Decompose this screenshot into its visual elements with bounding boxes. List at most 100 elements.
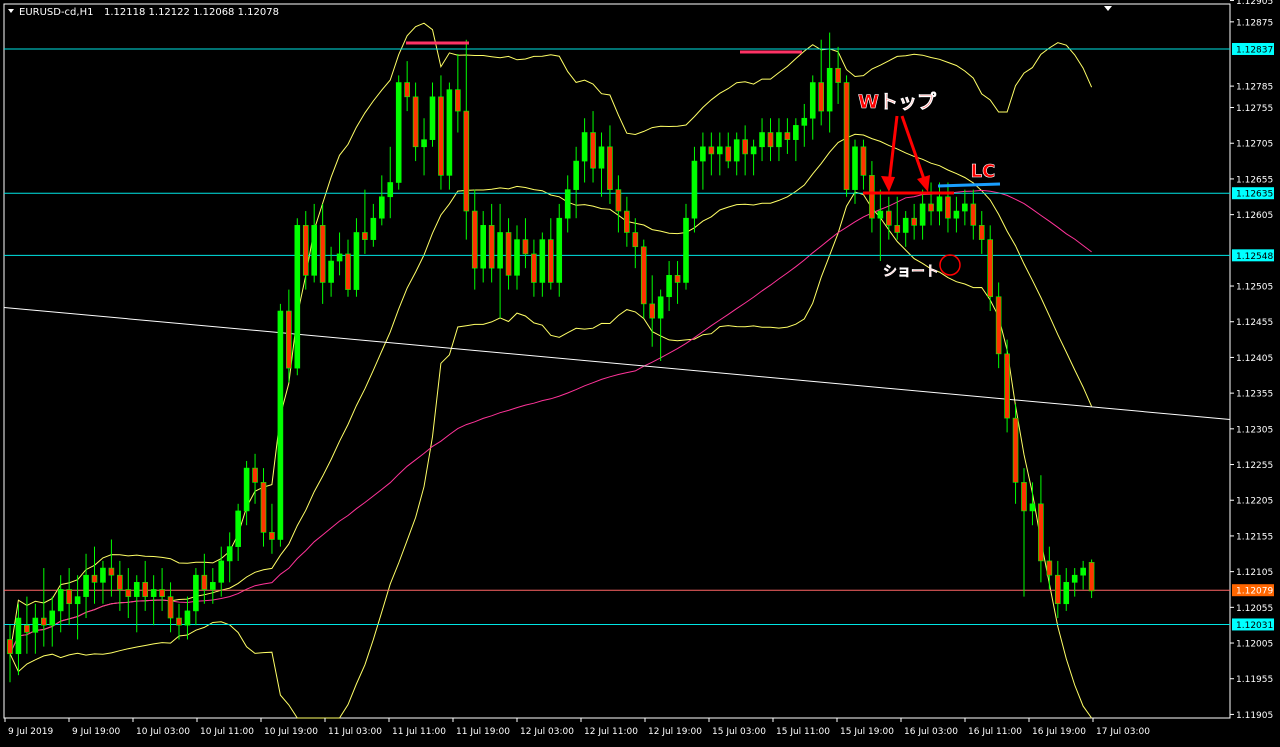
- time-tick-label: 16 Jul 03:00: [904, 727, 958, 737]
- bear-candle-body: [142, 582, 148, 597]
- bear-candle-body: [1055, 574, 1061, 605]
- bull-candle-body: [801, 117, 808, 126]
- bull-candle-body: [226, 546, 233, 562]
- price-tag-label: 1.12635: [1236, 190, 1273, 200]
- bear-candle-body: [455, 89, 461, 112]
- bull-candle-body: [1071, 574, 1078, 583]
- bull-candle-body: [581, 132, 588, 162]
- bear-candle-body: [269, 532, 275, 540]
- bear-candle-body: [345, 253, 351, 290]
- bull-candle-body: [446, 89, 453, 176]
- bear-candle-body: [945, 196, 951, 219]
- bear-candle-body: [167, 596, 174, 619]
- bear-candle-body: [176, 617, 182, 626]
- time-tick-label: 9 Jul 19:00: [72, 727, 121, 737]
- bear-candle-body: [894, 225, 901, 233]
- bull-candle-body: [150, 589, 157, 597]
- price-tick-label: 1.12155: [1236, 532, 1273, 542]
- bear-candle-body: [725, 146, 732, 162]
- bull-candle-body: [193, 574, 199, 612]
- bear-candle-body: [362, 232, 368, 240]
- price-tick-label: 1.12705: [1236, 140, 1273, 150]
- time-tick-label: 17 Jul 03:00: [1096, 727, 1150, 737]
- time-tick-label: 10 Jul 19:00: [264, 727, 318, 737]
- time-tick-label: 12 Jul 03:00: [520, 727, 574, 737]
- bear-candle-body: [843, 82, 850, 190]
- bull-candle-body: [716, 146, 723, 155]
- bull-candle-body: [32, 617, 39, 633]
- bull-candle-body: [74, 596, 81, 605]
- bull-candle-body: [759, 132, 765, 148]
- bull-candle-body: [1029, 503, 1036, 512]
- bear-candle-body: [302, 225, 309, 276]
- price-tick-label: 1.12505: [1236, 283, 1273, 293]
- bear-candle-body: [286, 310, 292, 369]
- bear-candle-body: [252, 467, 258, 483]
- bull-candle-body: [378, 196, 385, 219]
- bull-candle-body: [539, 239, 546, 283]
- price-tick-label: 1.12055: [1236, 604, 1273, 614]
- bear-candle-body: [632, 232, 639, 248]
- bear-candle-body: [412, 96, 419, 148]
- price-tick-label: 1.12305: [1236, 425, 1273, 435]
- bull-candle-body: [421, 139, 427, 148]
- bear-candle-body: [66, 589, 72, 605]
- bear-candle-body: [404, 82, 410, 98]
- time-tick-label: 11 Jul 03:00: [328, 727, 382, 737]
- price-tick-label: 1.12785: [1236, 83, 1273, 93]
- price-tick-label: 1.11905: [1236, 711, 1273, 721]
- bull-candle-body: [877, 210, 884, 219]
- bull-candle-body: [480, 225, 487, 269]
- chart-svg[interactable]: 1.12905 1.12875 1.12837 1.12785 1.12755 1.127…: [0, 0, 1280, 743]
- chart[interactable]: 1.12905 1.12875 1.12837 1.12785 1.12755 1.127…: [0, 0, 1280, 743]
- bear-candle-body: [91, 574, 98, 583]
- bull-candle-body: [235, 510, 241, 547]
- bull-candle-body: [83, 574, 89, 597]
- bear-candle-body: [708, 146, 715, 155]
- bear-candle-body: [869, 175, 875, 219]
- bear-candle-body: [471, 210, 478, 269]
- bull-candle-body: [809, 82, 816, 119]
- bear-candle-body: [1004, 353, 1010, 419]
- price-tick-label: 1.12875: [1236, 18, 1273, 28]
- bull-candle-body: [750, 146, 757, 155]
- bear-candle-body: [987, 239, 994, 298]
- time-tick-label: 15 Jul 11:00: [776, 727, 830, 737]
- bear-candle-body: [835, 67, 841, 83]
- bull-candle-body: [218, 560, 225, 583]
- bear-candle-body: [117, 574, 123, 590]
- bull-candle-body: [564, 189, 571, 219]
- time-tick-label: 15 Jul 03:00: [712, 727, 766, 737]
- price-tick-label: 1.12105: [1236, 568, 1273, 578]
- bull-candle-body: [1080, 567, 1086, 576]
- bear-candle-body: [674, 275, 681, 283]
- bull-candle-body: [902, 217, 909, 233]
- bear-candle-body: [607, 146, 613, 190]
- price-tick-label: 1.12255: [1236, 461, 1273, 471]
- time-tick-label: 11 Jul 19:00: [456, 727, 510, 737]
- bull-candle-body: [210, 582, 216, 590]
- bear-candle-body: [1021, 482, 1027, 512]
- bull-candle-body: [243, 467, 250, 512]
- bull-candle-body: [573, 160, 579, 190]
- bull-candle-body: [497, 232, 503, 269]
- bear-candle-body: [1038, 503, 1044, 562]
- time-tick-label: 10 Jul 03:00: [136, 727, 190, 737]
- bear-candle-body: [767, 132, 774, 148]
- price-tick-label: 1.12755: [1236, 104, 1273, 114]
- price-tick-label: 1.12205: [1236, 497, 1273, 507]
- bear-candle-body: [818, 82, 825, 112]
- bear-candle-body: [615, 189, 622, 212]
- price-tick-label: 1.12655: [1236, 175, 1273, 185]
- price-tick-label: 1.12405: [1236, 354, 1273, 364]
- bear-candle-body: [7, 639, 13, 655]
- bull-candle-body: [666, 275, 672, 298]
- bull-candle-body: [657, 296, 664, 319]
- bear-candle-body: [40, 617, 47, 626]
- time-tick-label: 11 Jul 11:00: [392, 727, 446, 737]
- bull-candle-body: [683, 217, 689, 283]
- bull-candle-body: [826, 67, 833, 112]
- bear-candle-body: [784, 132, 791, 140]
- bear-candle-body: [1088, 562, 1095, 592]
- bull-candle-body: [919, 203, 926, 226]
